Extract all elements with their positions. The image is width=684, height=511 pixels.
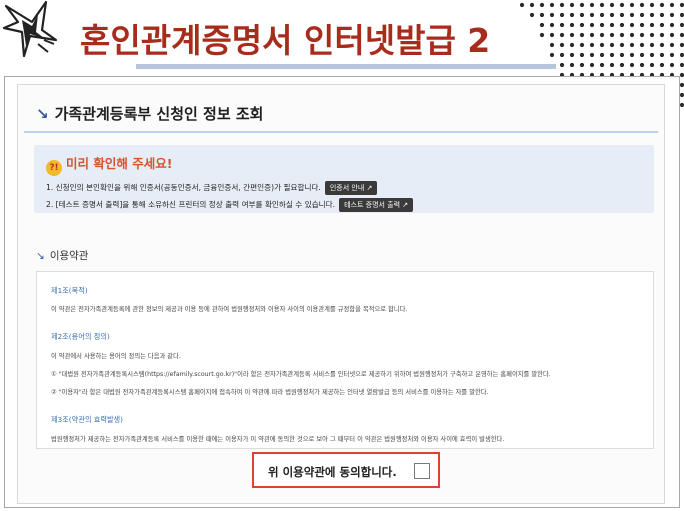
- notice-title: ?! 미리 확인해 주세요!: [46, 153, 172, 176]
- article-3-line: 법원행정처가 제공하는 전자가족관계등록 서비스를 이용한 때에는 이용자가 이…: [51, 436, 505, 443]
- article-2-line: 이 약관에서 사용하는 용어의 정의는 다음과 같다.: [51, 353, 181, 360]
- terms-bullet-icon: ↘: [36, 250, 45, 262]
- bulb-icon: ?!: [46, 160, 62, 176]
- heading-bullet-icon: ↘: [36, 105, 49, 123]
- sparkle-logo-icon: [2, 0, 58, 58]
- article-1-title: 제1조(목적): [51, 286, 88, 295]
- slide-title: 혼인관계증명서 인터넷발급 2: [80, 21, 491, 60]
- notice-line-1-text: 1. 신청인의 본인확인을 위해 인증서(공동인증서, 금융인증서, 간편인증)…: [46, 183, 321, 192]
- terms-scroll-box[interactable]: 제1조(목적) 이 약관은 전자가족관계등록에 관한 정보의 제공과 이용 등에…: [36, 271, 654, 449]
- screenshot-frame: ↘ 가족관계등록부 신청인 정보 조회 ?! 미리 확인해 주세요! 1. 신청인의…: [4, 76, 680, 508]
- terms-heading-text: 이용약관: [49, 250, 89, 262]
- section-heading: ↘ 가족관계등록부 신청인 정보 조회: [36, 103, 263, 124]
- notice-line-1: 1. 신청인의 본인확인을 위해 인증서(공동인증서, 금융인증서, 간편인증)…: [46, 181, 378, 195]
- notice-line-2-text: 2. [테스트 증명서 출력]을 통해 소유하신 프린터의 정상 출력 여부를 …: [46, 200, 336, 209]
- title-underline: [136, 64, 556, 69]
- article-2-title: 제2조(용어의 정의): [51, 332, 110, 341]
- heading-divider: [24, 131, 658, 133]
- article-3-title: 제3조(약관의 효력발생): [51, 415, 123, 424]
- article-2-line: ② "이용자"라 함은 대법원 전자가족관계등록시스템 홈페이지에 접속하여 이…: [51, 389, 489, 396]
- agree-highlight-box: 위 이용약관에 동의합니다.: [252, 452, 440, 488]
- notice-title-text: 미리 확인해 주세요!: [66, 156, 173, 171]
- test-print-button[interactable]: 테스트 증명서 출력 ↗: [339, 198, 414, 212]
- content-panel: ↘ 가족관계등록부 신청인 정보 조회 ?! 미리 확인해 주세요! 1. 신청인의…: [17, 84, 665, 504]
- notice-line-2: 2. [테스트 증명서 출력]을 통해 소유하신 프린터의 정상 출력 여부를 …: [46, 198, 414, 212]
- certificate-guide-button[interactable]: 인증서 안내 ↗: [324, 181, 378, 195]
- agree-label: 위 이용약관에 동의합니다.: [268, 465, 397, 479]
- notice-box: ?! 미리 확인해 주세요! 1. 신청인의 본인확인을 위해 인증서(공동인증서…: [34, 145, 654, 213]
- section-heading-text: 가족관계등록부 신청인 정보 조회: [54, 105, 264, 123]
- agree-checkbox[interactable]: [414, 463, 430, 479]
- article-2-line: ① "대법원 전자가족관계등록시스템(https://efamily.scour…: [51, 371, 551, 378]
- article-1-line: 이 약관은 전자가족관계등록에 관한 정보의 제공과 이용 등에 관하여 법원행…: [51, 306, 408, 313]
- terms-heading: ↘ 이용약관: [36, 248, 88, 263]
